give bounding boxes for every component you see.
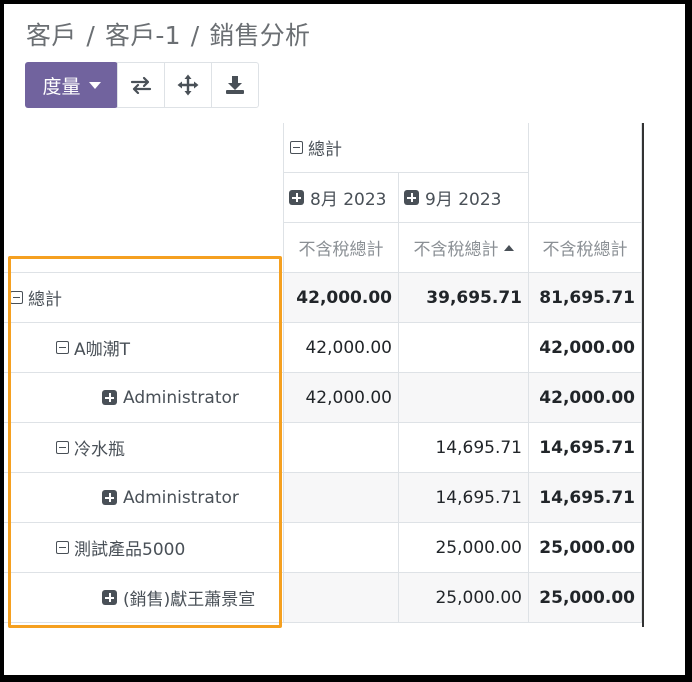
row-header-label: 測試產品5000: [74, 540, 186, 560]
row-header-total[interactable]: 總計: [4, 273, 284, 323]
value-cell: [284, 423, 399, 473]
row-header-salesperson[interactable]: Administrator: [4, 473, 284, 523]
collapse-icon: [290, 141, 303, 154]
value-cell-total: 42,000.00: [529, 373, 642, 423]
value-cell: [284, 573, 399, 623]
row-header-spacer: [4, 223, 284, 273]
row-header-product[interactable]: A咖潮T: [4, 323, 284, 373]
flip-axis-button[interactable]: [117, 62, 165, 108]
breadcrumb-item-customers[interactable]: 客戶: [26, 21, 76, 50]
download-icon: [226, 76, 244, 94]
value-cell: [284, 473, 399, 523]
breadcrumb-item-sales-analysis: 銷售分析: [209, 21, 311, 50]
expand-icon: [102, 590, 117, 605]
collapse-icon: [10, 291, 23, 304]
table-right-border: [642, 123, 644, 627]
value-cell: [399, 323, 529, 373]
expand-icon: [404, 190, 419, 205]
measure-header-label: 不含稅總計: [542, 240, 628, 260]
value-cell: 42,000.00: [284, 323, 399, 373]
value-cell-total: 25,000.00: [529, 573, 642, 623]
row-header-salesperson[interactable]: Administrator: [4, 373, 284, 423]
col-header-month[interactable]: 9月 2023: [399, 173, 529, 223]
measures-label: 度量: [42, 75, 81, 98]
value-cell: 14,695.71: [399, 473, 529, 523]
expand-all-button[interactable]: [164, 62, 212, 108]
measure-header-label: 不含稅總計: [413, 240, 499, 260]
pivot-table: 總計 8月 2023 9月 2023 不含稅總計 不含稅總計 不含稅總計 總計: [4, 123, 644, 627]
value-cell: 42,000.00: [284, 373, 399, 423]
row-header-salesperson[interactable]: (銷售)獻王蕭景宣: [4, 573, 284, 623]
measures-dropdown-button[interactable]: 度量: [25, 62, 118, 108]
col-header-total-label: 總計: [308, 140, 342, 160]
download-xlsx-button[interactable]: [211, 62, 259, 108]
value-cell: 14,695.71: [399, 423, 529, 473]
col-header-month-label: 9月 2023: [425, 190, 502, 210]
app-frame: 客戶 / 客戶-1 / 銷售分析 度量 總計 8月 2023 9月 2023 不含稅…: [4, 4, 685, 675]
value-cell: [284, 523, 399, 573]
row-header-label: Administrator: [123, 387, 239, 408]
breadcrumb-item-customer-1[interactable]: 客戶-1: [105, 21, 181, 50]
expand-icon: [102, 490, 117, 505]
value-cell: 42,000.00: [284, 273, 399, 323]
caret-down-icon: [88, 81, 101, 89]
col-header-grand-total: [529, 123, 642, 223]
value-cell: [399, 373, 529, 423]
row-header-label: 冷水瓶: [74, 440, 125, 460]
row-header-product[interactable]: 測試產品5000: [4, 523, 284, 573]
col-header-month[interactable]: 8月 2023: [284, 173, 399, 223]
value-cell-total: 25,000.00: [529, 523, 642, 573]
row-header-label: (銷售)獻王蕭景宣: [123, 590, 256, 610]
measure-header[interactable]: 不含稅總計: [284, 223, 399, 273]
expand-icon: [102, 390, 117, 405]
collapse-icon: [56, 341, 69, 354]
row-header-label: Administrator: [123, 487, 239, 508]
col-header-total[interactable]: 總計: [284, 123, 529, 173]
breadcrumb: 客戶 / 客戶-1 / 銷售分析: [26, 16, 310, 52]
value-cell-total: 14,695.71: [529, 473, 642, 523]
value-cell-total: 14,695.71: [529, 423, 642, 473]
sort-ascending-icon: [503, 244, 514, 251]
measure-header-sorted[interactable]: 不含稅總計: [399, 223, 529, 273]
value-cell-total: 42,000.00: [529, 323, 642, 373]
collapse-icon: [56, 541, 69, 554]
pivot-corner-cell: [4, 123, 284, 223]
value-cell: 25,000.00: [399, 523, 529, 573]
expand-icon: [289, 190, 304, 205]
breadcrumb-separator: /: [190, 21, 200, 50]
row-header-label: 總計: [28, 290, 62, 310]
row-header-label: A咖潮T: [74, 340, 131, 360]
row-header-product[interactable]: 冷水瓶: [4, 423, 284, 473]
measure-header-label: 不含稅總計: [298, 240, 384, 260]
value-cell: 25,000.00: [399, 573, 529, 623]
measure-header[interactable]: 不含稅總計: [529, 223, 642, 273]
pivot-toolbar: 度量: [25, 62, 259, 108]
collapse-icon: [56, 441, 69, 454]
value-cell-total: 81,695.71: [529, 273, 642, 323]
value-cell: 39,695.71: [399, 273, 529, 323]
swap-axis-icon: [130, 76, 152, 94]
expand-all-icon: [177, 74, 199, 96]
col-header-month-label: 8月 2023: [310, 190, 387, 210]
breadcrumb-separator: /: [86, 21, 96, 50]
